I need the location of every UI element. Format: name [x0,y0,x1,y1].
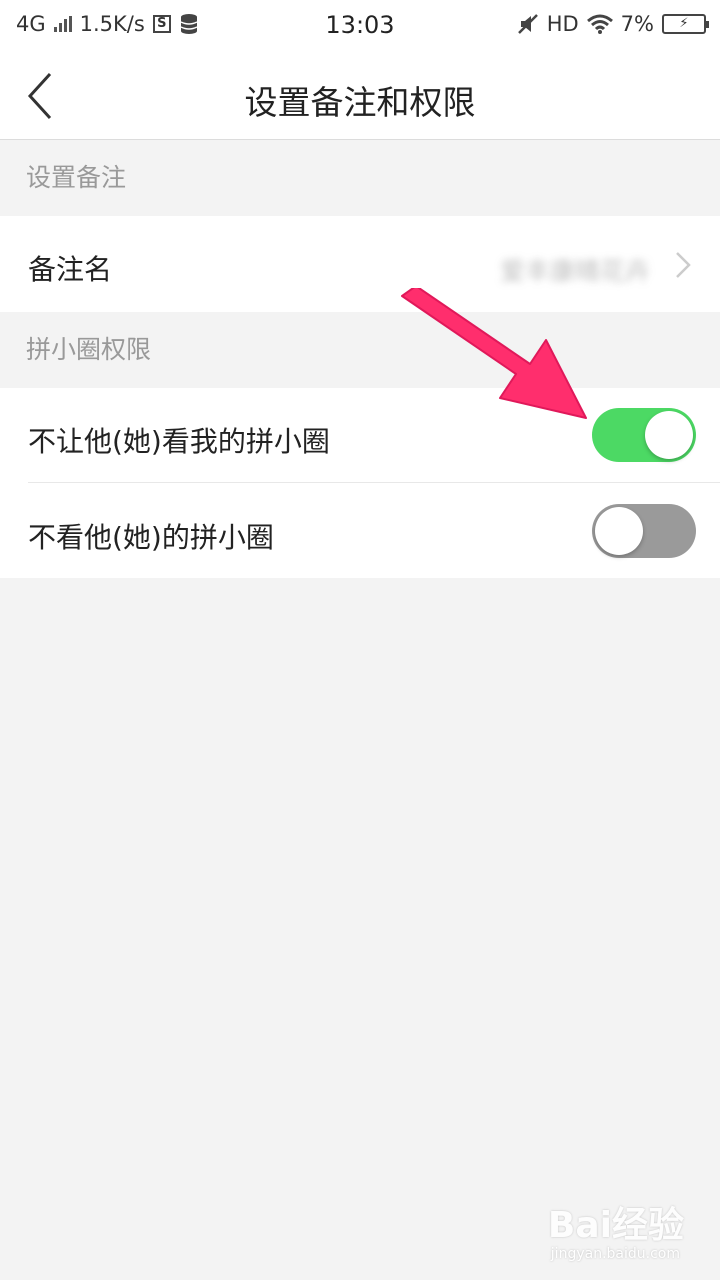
wifi-icon [586,14,613,34]
toggle-knob [595,507,643,555]
hide-their-circle-label: 不看他(她)的拼小圈 [28,521,274,554]
watermark-url: jingyan.baidu.com [550,1246,680,1262]
hide-my-circle-label: 不让他(她)看我的拼小圈 [28,425,330,458]
chevron-right-icon [676,252,691,278]
remark-name-value: 爱丰康晴花卉 [499,257,650,286]
remark-name-row[interactable]: 备注名 爱丰康晴花卉 [0,216,720,312]
section-header-remark: 设置备注 [26,163,127,192]
hide-their-circle-toggle[interactable] [592,504,696,558]
row-divider [28,482,720,483]
section-header-permission: 拼小圈权限 [26,335,152,364]
page-title: 设置备注和权限 [244,83,476,122]
hide-my-circle-toggle[interactable] [592,408,696,462]
permission-list: 不让他(她)看我的拼小圈 不看他(她)的拼小圈 [0,388,720,578]
hd-label: HD [546,12,579,36]
remark-name-label: 备注名 [28,253,113,286]
toggle-knob [645,411,693,459]
mute-icon [517,14,538,34]
watermark-brand: Bai经验 [547,1205,684,1246]
status-right: HD 7% ⚡ [517,12,709,36]
battery-percent: 7% [620,12,654,36]
battery-icon: ⚡ [662,14,709,34]
status-bar: 4G 1.5K/s S 13:03 HD 7% ⚡ [0,0,720,52]
navigation-bar: 设置备注和权限 [0,52,720,140]
